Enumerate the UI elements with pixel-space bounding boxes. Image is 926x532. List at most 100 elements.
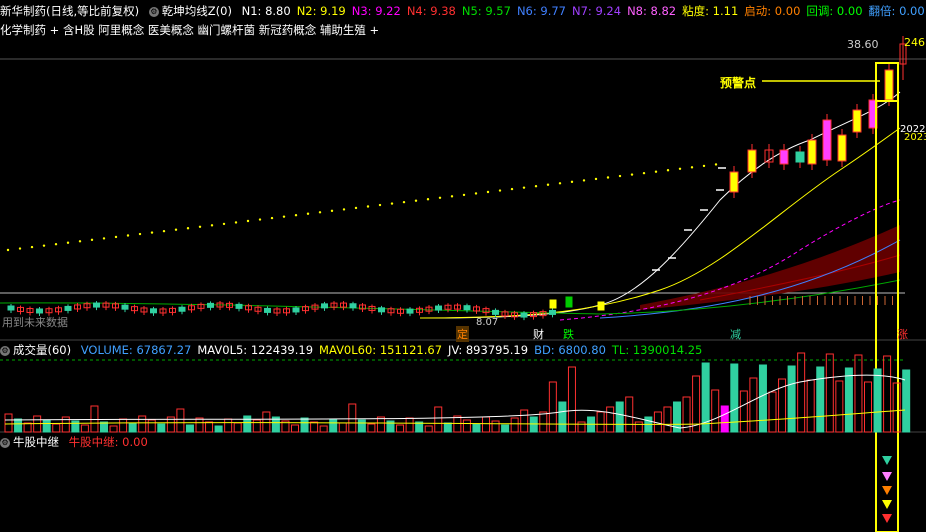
- volume-bar: [816, 366, 825, 433]
- volume-bar: [357, 419, 366, 433]
- trend-dot: [54, 243, 58, 246]
- trend-dot: [666, 169, 670, 172]
- volume-bar: [472, 423, 481, 433]
- chart-canvas[interactable]: [0, 0, 926, 532]
- volume-bar: [52, 423, 61, 433]
- price-label-top: 38.60: [847, 38, 879, 51]
- trend-dot: [174, 228, 178, 231]
- volume-stat: BD: 6800.80: [534, 343, 606, 357]
- ma-label-2: 2023: [904, 132, 926, 143]
- trend-dot: [282, 215, 286, 218]
- candle-body: [150, 308, 157, 314]
- trend-dot: [162, 229, 166, 233]
- trend-dot: [138, 232, 142, 236]
- trend-dot: [198, 225, 202, 228]
- candle-body: [747, 149, 757, 173]
- trend-dot: [678, 167, 682, 170]
- volume-bar: [625, 396, 634, 433]
- candle-body: [807, 139, 817, 165]
- marker-zhang: 涨: [897, 328, 908, 341]
- candle-body: [64, 305, 72, 311]
- trend-dot: [546, 183, 550, 186]
- candle-body: [235, 303, 243, 309]
- volume-bar: [319, 425, 328, 433]
- volume-bar: [520, 409, 529, 433]
- volume-bar: [739, 390, 748, 433]
- candle-body: [463, 305, 471, 311]
- volume-bar: [147, 419, 156, 433]
- candle-body: [207, 302, 214, 308]
- volume-bar: [424, 425, 433, 433]
- trend-dot: [306, 212, 310, 215]
- trend-dot: [78, 240, 82, 243]
- trend-dot: [438, 196, 442, 199]
- candle-body: [7, 305, 15, 311]
- volume-bar: [615, 401, 624, 433]
- marker-cai: 财: [533, 328, 544, 341]
- trend-dot: [222, 222, 226, 226]
- volume-bar: [138, 415, 147, 433]
- bull-signal-icon: [882, 500, 892, 509]
- candle-body: [852, 109, 862, 133]
- volume-items: VOLUME: 67867.27 MAV0L5: 122439.19 MAV0L60…: [81, 343, 709, 357]
- volume-bar: [376, 416, 385, 433]
- volume-bar: [797, 352, 806, 433]
- volume-bar: [768, 391, 777, 433]
- trend-dot: [150, 231, 154, 234]
- volume-bar: [224, 418, 233, 433]
- volume-bar: [310, 421, 319, 433]
- trend-dot: [630, 173, 634, 176]
- volume-bar: [787, 365, 796, 433]
- candle-body: [884, 69, 894, 101]
- volume-title[interactable]: 成交量(60): [13, 342, 71, 358]
- trend-dot: [210, 224, 214, 227]
- volume-bar: [510, 417, 519, 433]
- volume-stat: MAV0L60: 151121.67: [319, 343, 443, 357]
- volume-bar: [558, 401, 567, 433]
- volume-settings-icon[interactable]: ⚙: [0, 345, 10, 356]
- volume-bar: [80, 424, 89, 433]
- volume-bar: [758, 364, 767, 433]
- trend-dot: [114, 235, 118, 239]
- candle-body: [178, 306, 186, 312]
- volume-bar: [720, 405, 729, 433]
- bull-signal-icon: [882, 456, 892, 465]
- trend-dot: [90, 238, 94, 242]
- volume-bar: [854, 354, 863, 433]
- volume-bar: [396, 424, 405, 433]
- volume-bar: [577, 421, 586, 433]
- trend-dot: [342, 208, 346, 211]
- bull-title[interactable]: 牛股中继: [13, 434, 59, 450]
- trend-dot: [462, 193, 466, 197]
- trend-dot: [366, 205, 370, 208]
- volume-bar: [329, 418, 338, 433]
- candle-body: [549, 309, 556, 315]
- volume-bar: [453, 415, 462, 433]
- bull-settings-icon[interactable]: ⚙: [0, 437, 10, 448]
- volume-bar: [749, 377, 758, 433]
- trend-dot: [594, 177, 598, 181]
- trend-dot: [702, 164, 706, 168]
- volume-bar: [825, 353, 834, 433]
- volume-bar: [205, 421, 214, 433]
- trend-dot: [330, 209, 334, 213]
- candle-body: [837, 134, 847, 162]
- trend-dot: [294, 214, 298, 217]
- volume-bar: [711, 389, 720, 433]
- trend-dot: [402, 200, 406, 204]
- trend-dot: [522, 186, 526, 189]
- bull-signal-icon: [882, 472, 892, 481]
- candle-body: [406, 308, 414, 314]
- volume-bar: [634, 421, 643, 433]
- volume-bar: [443, 422, 452, 433]
- trend-dot: [582, 179, 586, 182]
- trend-dot: [258, 218, 262, 221]
- volume-bar: [596, 411, 605, 433]
- trend-dot: [498, 189, 502, 192]
- volume-bar: [663, 406, 672, 433]
- volume-bar: [405, 417, 414, 433]
- candle-body: [349, 303, 357, 309]
- trend-dot: [510, 187, 514, 191]
- candle-body: [36, 308, 43, 314]
- marker-jian: 减: [730, 328, 741, 341]
